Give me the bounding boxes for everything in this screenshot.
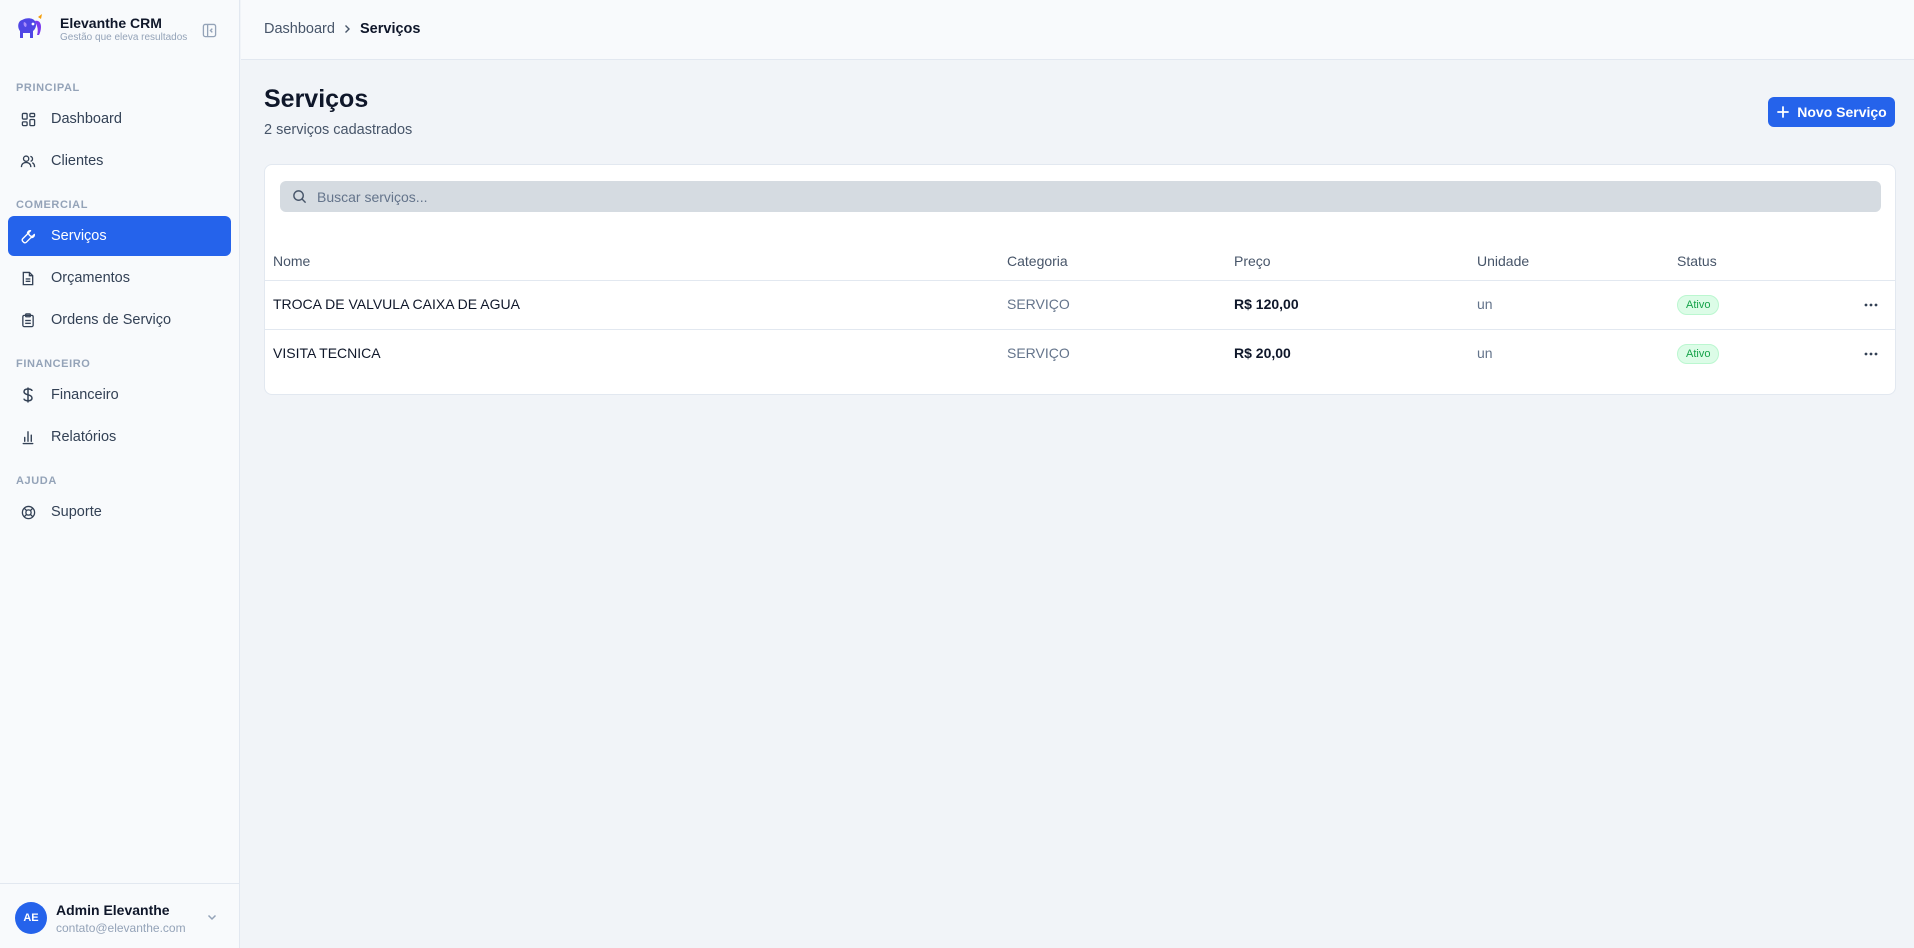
status-badge: Ativo <box>1677 344 1720 364</box>
sidebar-item-suporte[interactable]: Suporte <box>8 492 231 532</box>
dashboard-grid-icon <box>20 111 36 127</box>
column-header-nome[interactable]: Nome <box>273 253 310 269</box>
sidebar: Elevanthe CRM Gestão que eleva resultado… <box>0 0 240 948</box>
avatar: AE <box>15 902 47 934</box>
top-bar: Dashboard Serviços <box>241 0 1914 60</box>
sidebar-item-ordens-de-servico[interactable]: Ordens de Serviço <box>8 300 231 340</box>
search-box[interactable] <box>280 181 1881 212</box>
column-header-preco[interactable]: Preço <box>1234 253 1271 269</box>
column-header-status[interactable]: Status <box>1677 253 1717 269</box>
plus-icon <box>1777 106 1790 118</box>
sidebar-item-servicos[interactable]: Serviços <box>8 216 231 256</box>
page-subtitle: 2 serviços cadastrados <box>264 122 413 138</box>
cell-nome: VISITA TECNICA <box>273 345 381 361</box>
status-badge: Ativo <box>1677 295 1720 315</box>
sidebar-item-relatorios[interactable]: Relatórios <box>8 417 231 457</box>
sidebar-item-label: Orçamentos <box>51 270 130 286</box>
sidebar-item-orcamentos[interactable]: Orçamentos <box>8 258 231 298</box>
cell-unidade: un <box>1477 296 1493 312</box>
sidebar-item-label: Financeiro <box>51 387 119 403</box>
section-label-principal: PRINCIPAL <box>16 82 80 94</box>
dollar-icon <box>20 387 36 403</box>
user-name: Admin Elevanthe <box>56 902 170 918</box>
sidebar-item-financeiro[interactable]: Financeiro <box>8 375 231 415</box>
page-title: Serviços <box>264 85 369 113</box>
sidebar-item-label: Ordens de Serviço <box>51 312 172 328</box>
sidebar-item-dashboard[interactable]: Dashboard <box>8 99 231 139</box>
table-row[interactable]: TROCA DE VALVULA CAIXA DE AGUA SERVIÇO R… <box>265 281 1895 329</box>
clipboard-icon <box>20 312 36 328</box>
app-name: Elevanthe CRM <box>60 15 162 31</box>
cell-categoria: SERVIÇO <box>1007 345 1070 361</box>
more-horizontal-icon <box>1864 352 1878 356</box>
section-label-financeiro: FINANCEIRO <box>16 358 91 370</box>
services-card: Nome Categoria Preço Unidade Status TROC… <box>264 164 1896 395</box>
row-actions-button[interactable] <box>1861 346 1881 362</box>
user-menu[interactable]: AE Admin Elevanthe contato@elevanthe.com <box>0 883 240 948</box>
cell-categoria: SERVIÇO <box>1007 296 1070 312</box>
sidebar-item-label: Suporte <box>51 504 102 520</box>
section-label-ajuda: AJUDA <box>16 475 57 487</box>
cell-preco: R$ 20,00 <box>1234 345 1291 361</box>
sidebar-item-label: Clientes <box>51 153 104 169</box>
column-header-categoria[interactable]: Categoria <box>1007 253 1068 269</box>
new-service-button[interactable]: Novo Serviço <box>1768 97 1895 127</box>
bar-chart-icon <box>20 429 36 445</box>
sidebar-item-label: Relatórios <box>51 429 117 445</box>
search-icon <box>293 190 307 204</box>
app-tagline: Gestão que eleva resultados <box>60 32 188 43</box>
row-actions-button[interactable] <box>1861 297 1881 313</box>
column-header-unidade[interactable]: Unidade <box>1477 253 1529 269</box>
user-email: contato@elevanthe.com <box>56 921 186 935</box>
elephant-logo-icon <box>18 14 42 38</box>
cell-unidade: un <box>1477 345 1493 361</box>
search-input[interactable] <box>317 188 1817 205</box>
users-icon <box>20 153 36 169</box>
cell-nome: TROCA DE VALVULA CAIXA DE AGUA <box>273 296 520 312</box>
document-icon <box>20 270 36 286</box>
lifebuoy-icon <box>20 504 36 520</box>
section-label-comercial: COMERCIAL <box>16 199 89 211</box>
chevron-down-icon[interactable] <box>205 910 219 924</box>
new-service-label: Novo Serviço <box>1797 104 1887 120</box>
breadcrumb-dashboard-link[interactable]: Dashboard <box>264 21 335 37</box>
wrench-icon <box>20 228 36 244</box>
chevron-right-icon <box>345 25 350 33</box>
sidebar-item-label: Serviços <box>51 228 107 244</box>
table-row[interactable]: VISITA TECNICA SERVIÇO R$ 20,00 un Ativo <box>265 330 1895 378</box>
sidebar-item-label: Dashboard <box>51 111 122 127</box>
breadcrumb-current: Serviços <box>360 21 421 37</box>
sidebar-item-clientes[interactable]: Clientes <box>8 141 231 181</box>
sidebar-toggle-button[interactable] <box>195 18 223 42</box>
cell-preco: R$ 120,00 <box>1234 296 1299 312</box>
more-horizontal-icon <box>1864 303 1878 307</box>
sidebar-collapse-icon <box>202 23 216 37</box>
